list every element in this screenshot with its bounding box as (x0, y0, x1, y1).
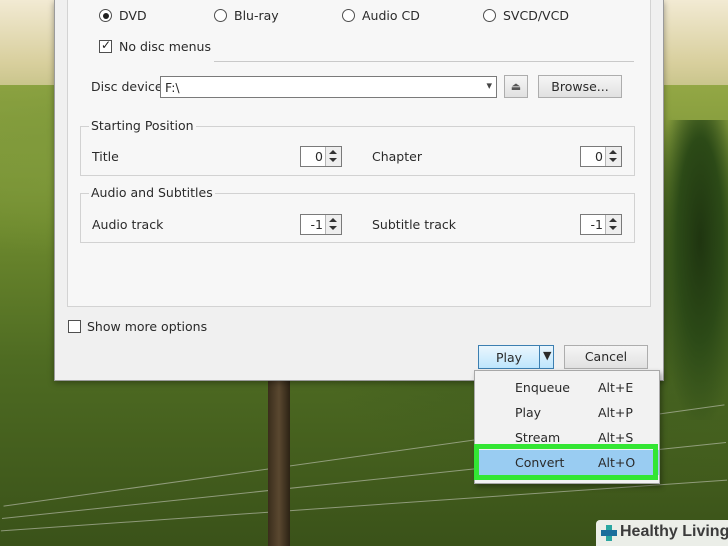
watermark: Healthy Living (596, 520, 728, 546)
menu-item-shortcut: Alt+E (598, 380, 634, 395)
dropdown-arrow-icon[interactable]: ▼ (543, 349, 551, 362)
starting-position-group: Starting Position Title 0 Chapter 0 (80, 118, 635, 176)
hedge (660, 120, 728, 420)
spin-up-icon[interactable] (609, 150, 617, 154)
fence-post (268, 372, 290, 546)
menu-item-play[interactable]: Play Alt+P (475, 400, 659, 425)
eject-button[interactable]: ⏏ (504, 75, 528, 98)
spin-down-icon[interactable] (329, 226, 337, 230)
subtitle-spin-arrows[interactable] (605, 215, 621, 234)
spin-down-icon[interactable] (609, 226, 617, 230)
no-disc-menus-checkbox[interactable]: ✓ (99, 38, 112, 53)
chapter-label: Chapter (372, 149, 422, 164)
play-split-button[interactable]: Play ▼ (478, 345, 554, 369)
audio-subtitles-group: Audio and Subtitles Audio track -1 Subti… (80, 185, 635, 243)
title-spin-arrows[interactable] (325, 147, 341, 166)
chapter-spin-arrows[interactable] (605, 147, 621, 166)
audio-track-spinbox[interactable]: -1 (300, 214, 342, 235)
menu-item-shortcut: Alt+P (598, 405, 633, 420)
eject-icon: ⏏ (510, 80, 522, 93)
radio-bluray[interactable] (214, 9, 227, 22)
separator (214, 61, 634, 62)
radio-svcd-vcd-label: SVCD/VCD (503, 8, 569, 23)
radio-audio-cd-label: Audio CD (362, 8, 420, 23)
audio-track-label: Audio track (92, 217, 164, 232)
disc-device-label: Disc device (91, 79, 163, 94)
menu-item-label: Enqueue (515, 380, 570, 395)
title-label: Title (92, 149, 119, 164)
browse-button-label: Browse... (551, 79, 609, 94)
chevron-down-icon: ▾ (486, 79, 492, 92)
watermark-text: Healthy Living (620, 523, 728, 540)
cancel-button[interactable]: Cancel (564, 345, 648, 369)
subtitle-track-spinbox[interactable]: -1 (580, 214, 622, 235)
checkmark-icon: ✓ (101, 38, 112, 52)
menu-item-label: Stream (515, 430, 561, 445)
play-button-label: Play (496, 350, 523, 365)
show-more-options-checkbox[interactable] (68, 320, 81, 333)
menu-item-enqueue[interactable]: Enqueue Alt+E (475, 375, 659, 400)
title-spinbox[interactable]: 0 (300, 146, 342, 167)
title-value: 0 (315, 149, 323, 164)
spin-up-icon[interactable] (609, 218, 617, 222)
radio-bluray-label: Blu-ray (234, 8, 279, 23)
disc-tab-panel: DVD Blu-ray Audio CD SVCD/VCD ✓ No disc … (67, 0, 651, 307)
health-cross-icon (601, 525, 617, 541)
subtitle-track-label: Subtitle track (372, 217, 457, 232)
chapter-value: 0 (595, 149, 603, 164)
radio-audio-cd[interactable] (342, 9, 355, 22)
show-more-options-label: Show more options (87, 319, 208, 334)
no-disc-menus-label: No disc menus (119, 39, 211, 54)
spin-down-icon[interactable] (609, 158, 617, 162)
audio-subtitles-title: Audio and Subtitles (89, 185, 215, 200)
radio-dvd[interactable] (99, 9, 112, 22)
disc-device-value: F:\ (165, 80, 180, 95)
chapter-spinbox[interactable]: 0 (580, 146, 622, 167)
spin-down-icon[interactable] (329, 158, 337, 162)
menu-item-label: Play (515, 405, 542, 420)
radio-dvd-label: DVD (119, 8, 147, 23)
menu-item-shortcut: Alt+S (598, 430, 634, 445)
browse-button[interactable]: Browse... (538, 75, 622, 98)
spin-up-icon[interactable] (329, 218, 337, 222)
radio-svcd-vcd[interactable] (483, 9, 496, 22)
subtitle-track-value: -1 (590, 217, 603, 232)
audio-track-value: -1 (310, 217, 323, 232)
starting-position-title: Starting Position (89, 118, 196, 133)
open-media-dialog: DVD Blu-ray Audio CD SVCD/VCD ✓ No disc … (54, 0, 664, 381)
disc-device-combo[interactable]: F:\ ▾ (160, 76, 497, 98)
split-divider (539, 346, 540, 368)
convert-highlight-box (474, 444, 658, 480)
audio-spin-arrows[interactable] (325, 215, 341, 234)
spin-up-icon[interactable] (329, 150, 337, 154)
cancel-button-label: Cancel (584, 349, 628, 364)
